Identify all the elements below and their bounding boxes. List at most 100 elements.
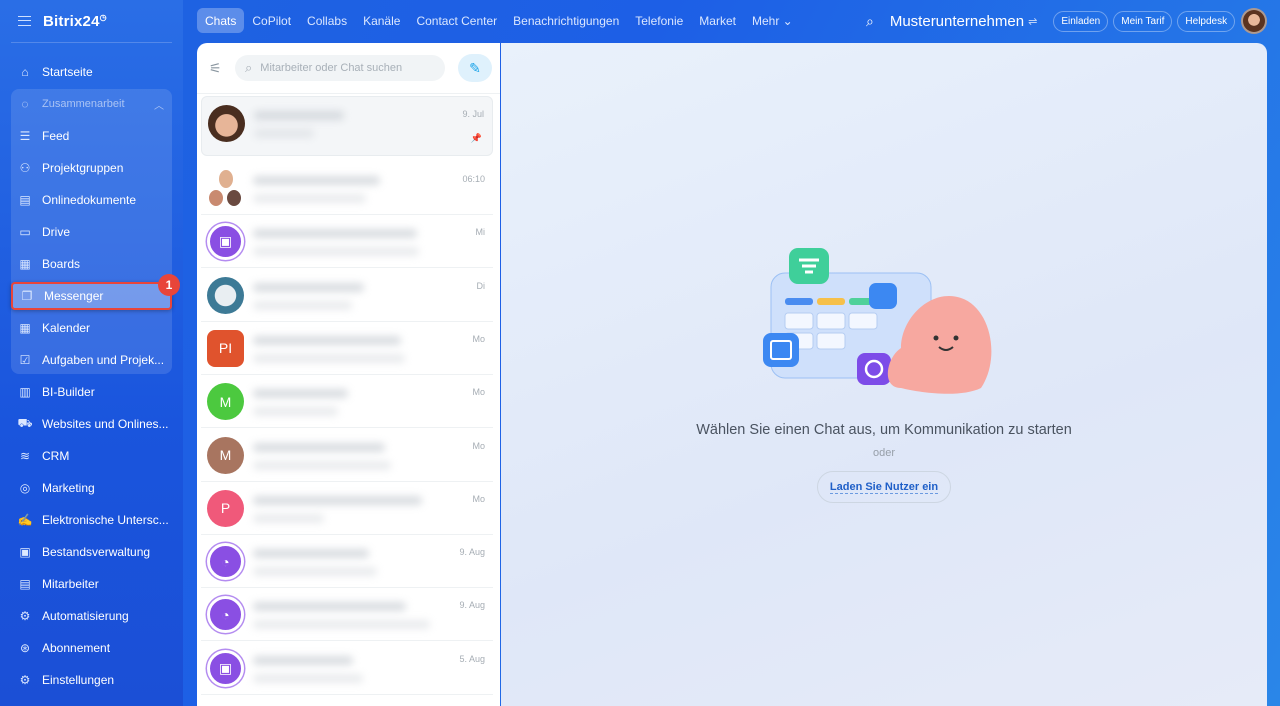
copilot-icon: ◔ xyxy=(207,596,244,634)
einladen-button[interactable]: Einladen xyxy=(1053,10,1109,32)
helpdesk-button[interactable]: Helpdesk xyxy=(1177,10,1236,32)
sidebar-item-kalender[interactable]: ▦ Kalender xyxy=(11,314,172,342)
chat-date: Di xyxy=(476,280,486,291)
avatar xyxy=(208,105,245,142)
tab-copilot[interactable]: CoPilot xyxy=(244,8,299,33)
crm-icon: ≋ xyxy=(19,449,31,463)
chat-search-input[interactable]: ⌕ Mitarbeiter oder Chat suchen xyxy=(235,55,445,81)
sidebar-item-drive[interactable]: ▭ Drive xyxy=(11,218,172,246)
chat-date: Mo xyxy=(472,387,485,398)
contact-book-icon: ▣ xyxy=(207,223,244,261)
search-icon: ⌕ xyxy=(245,60,253,75)
copilot-icon: ◔ xyxy=(207,543,244,581)
tab-benachrichtigungen[interactable]: Benachrichtigungen xyxy=(505,8,627,33)
feed-icon: ☰ xyxy=(19,129,31,143)
subscription-icon: ⊛ xyxy=(19,641,31,655)
tasks-icon: ☑ xyxy=(19,353,31,367)
tab-contact-center[interactable]: Contact Center xyxy=(408,8,505,33)
collab-icon: ◌ xyxy=(21,97,29,111)
home-icon: ⌂ xyxy=(21,65,29,79)
or-label: oder xyxy=(872,447,896,459)
pin-icon: 📌 xyxy=(470,133,482,143)
chat-list-item[interactable]: 9. Jul 📌 xyxy=(201,96,493,156)
chat-icon: ❐ xyxy=(21,289,33,303)
chat-list-item[interactable]: ◔ 9. Aug xyxy=(201,588,493,642)
chat-list-item[interactable]: Di xyxy=(201,269,493,322)
tab-kanäle[interactable]: Kanäle xyxy=(355,8,408,33)
sidebar-item-bi-builder[interactable]: ▥ BI-Builder xyxy=(11,378,172,406)
sidebar-item-feed[interactable]: ☰ Feed xyxy=(11,122,172,150)
sidebar-item-crm[interactable]: ≋ CRM xyxy=(11,442,172,470)
logo[interactable]: Bitrix24◷ xyxy=(43,13,107,30)
new-chat-button[interactable]: ✎ xyxy=(458,54,492,82)
avatar: M xyxy=(207,383,244,421)
sidebar-item-projektgruppen[interactable]: ⚇ Projektgruppen xyxy=(11,154,172,182)
sidebar-item-aufgaben-und-projek[interactable]: ☑ Aufgaben und Projek... xyxy=(11,346,172,374)
chat-date: 5. Aug xyxy=(459,653,485,664)
tab-market[interactable]: Market xyxy=(691,8,744,33)
avatar: M xyxy=(207,436,244,474)
sidebar-item-einstellungen[interactable]: ⚙ Einstellungen xyxy=(11,666,172,694)
calendar-icon: ▦ xyxy=(19,321,31,335)
chat-list-item[interactable]: M Mo xyxy=(201,375,493,429)
signature-icon: ✍ xyxy=(17,513,33,527)
settings-icon: ⚙ xyxy=(19,673,31,687)
tab-collabs[interactable]: Collabs xyxy=(299,8,355,33)
groups-icon: ⚇ xyxy=(19,161,31,175)
chat-list-item[interactable]: ▣ Mi xyxy=(201,215,493,269)
sidebar-item-automatisierung[interactable]: ⚙ Automatisierung xyxy=(11,602,172,630)
settings-sliders-icon[interactable]: ⇌ xyxy=(1028,15,1037,28)
sidebar-item-zusammenarbeit[interactable]: ◌ Zusammenarbeit ︿ xyxy=(11,90,172,118)
automation-icon: ⚙ xyxy=(19,609,31,623)
avatar: PI xyxy=(207,329,244,367)
sidebar-item-messenger[interactable]: ❐ Messenger 1 xyxy=(11,274,180,310)
tab-mehr[interactable]: Mehr ⌄ xyxy=(744,8,801,33)
filter-icon[interactable]: ⚟ xyxy=(209,60,222,77)
sidebar-item-startseite[interactable]: ⌂ Startseite xyxy=(11,58,172,86)
mein-tarif-button[interactable]: Mein Tarif xyxy=(1113,10,1173,32)
chat-list-item[interactable]: 06:10 xyxy=(201,162,493,215)
sidebar: Bitrix24◷ ⌂ Startseite ◌ Zusammenarbeit ︿ ☰ Fe… xyxy=(0,0,183,706)
chat-date: 9. Aug xyxy=(459,547,485,558)
sidebar-item-mitarbeiter[interactable]: ▤ Mitarbeiter xyxy=(11,570,172,598)
inventory-icon: ▣ xyxy=(19,545,31,559)
chat-date: Mi xyxy=(475,227,486,238)
drive-icon: ▭ xyxy=(19,225,31,239)
tab-chats[interactable]: Chats xyxy=(197,8,245,33)
sidebar-item-boards[interactable]: ▦ Boards xyxy=(11,250,172,278)
group-avatar xyxy=(207,170,244,207)
sidebar-item-onlinedokumente[interactable]: ▤ Onlinedokumente xyxy=(11,186,172,214)
step-badge: 1 xyxy=(158,274,180,296)
chat-list-item[interactable]: M Mo xyxy=(201,429,493,482)
sidebar-item-elektronische-untersc[interactable]: ✍ Elektronische Untersc... xyxy=(11,506,172,534)
sidebar-item-marketing[interactable]: ◎ Marketing xyxy=(11,474,172,502)
chevron-up-icon[interactable]: ︿ xyxy=(154,97,164,112)
chat-empty-state: Wählen Sie einen Chat aus, um Kommunikat… xyxy=(501,43,1267,706)
chat-date: Mo xyxy=(472,493,485,504)
chat-list-panel: ⚟ ⌕ Mitarbeiter oder Chat suchen ✎ 9. Ju… xyxy=(197,43,500,706)
avatar xyxy=(207,276,244,314)
chat-list-item[interactable]: PI Mo xyxy=(201,322,493,375)
marketing-icon: ◎ xyxy=(19,481,31,495)
menu-icon[interactable] xyxy=(18,16,31,26)
contact-book-icon: ▣ xyxy=(207,649,244,687)
employees-icon: ▤ xyxy=(19,577,31,591)
company-name[interactable]: Musterunternehmen xyxy=(890,13,1024,30)
chat-date: 9. Jul xyxy=(462,109,484,119)
chat-list-item[interactable]: P Mo xyxy=(201,482,493,535)
sidebar-item-abonnement[interactable]: ⊛ Abonnement xyxy=(11,634,172,662)
chat-illustration xyxy=(763,248,992,394)
avatar: P xyxy=(207,489,244,527)
user-avatar[interactable] xyxy=(1241,8,1267,34)
tab-telefonie[interactable]: Telefonie xyxy=(627,8,691,33)
chat-list-item[interactable]: ▣ 5. Aug xyxy=(201,642,493,695)
sidebar-item-websites-und-onlines[interactable]: ⛟ Websites und Onlines... xyxy=(11,410,172,438)
document-icon: ▤ xyxy=(19,193,31,207)
chat-date: Mo xyxy=(472,333,485,344)
search-icon[interactable]: ⌕ xyxy=(866,13,874,30)
cart-icon: ⛟ xyxy=(17,416,33,430)
chat-list-item[interactable]: ◔ 9. Aug xyxy=(201,535,493,589)
invite-users-button[interactable]: Laden Sie Nutzer ein xyxy=(817,471,951,503)
empty-title: Wählen Sie einen Chat aus, um Kommunikat… xyxy=(696,422,1072,438)
sidebar-item-bestandsverwaltung[interactable]: ▣ Bestandsverwaltung xyxy=(11,538,172,566)
